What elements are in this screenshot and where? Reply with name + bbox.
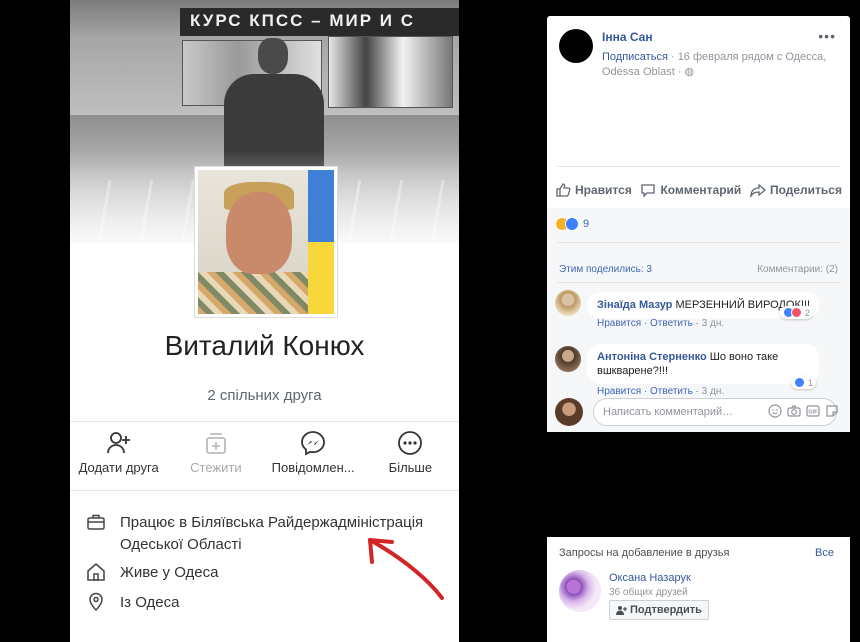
comment-time[interactable]: 3 дн. bbox=[702, 386, 724, 397]
reaction-summary[interactable]: 9 bbox=[555, 217, 589, 231]
messenger-icon bbox=[265, 430, 362, 458]
like-button[interactable]: Нравится bbox=[555, 176, 632, 204]
see-all-link[interactable]: Все bbox=[815, 547, 834, 559]
divider bbox=[70, 421, 459, 422]
message-label: Повідомлен... bbox=[271, 460, 355, 475]
more-button[interactable]: Більше bbox=[362, 430, 459, 482]
confirm-button[interactable]: Подтвердить bbox=[609, 600, 709, 620]
post-options-icon[interactable]: ••• bbox=[818, 28, 836, 44]
sticker-icon[interactable] bbox=[825, 404, 839, 418]
friend-request-name[interactable]: Оксана Назарук bbox=[609, 572, 691, 584]
comment-text-line2: вшкварене?!!! bbox=[597, 365, 669, 377]
camera-icon[interactable] bbox=[787, 404, 801, 418]
comment-reply-link[interactable]: Ответить bbox=[650, 318, 693, 329]
comment-text: Шо воно таке bbox=[709, 351, 779, 363]
like-reaction-icon bbox=[794, 377, 805, 388]
comment-tools: GIF bbox=[768, 404, 839, 418]
comments-count[interactable]: Комментарии: (2) bbox=[757, 264, 838, 275]
avatar[interactable] bbox=[559, 570, 601, 612]
avatar bbox=[555, 398, 583, 426]
divider bbox=[557, 282, 840, 283]
friend-requests-panel: Запросы на добавление в друзья Все Оксан… bbox=[547, 537, 850, 642]
ukraine-flag-yellow bbox=[308, 242, 334, 314]
ukraine-flag-blue bbox=[308, 170, 334, 242]
post-action-bar: Нравится Комментарий Поделиться bbox=[547, 176, 850, 204]
svg-text:GIF: GIF bbox=[808, 410, 818, 416]
comment-like-link[interactable]: Нравится bbox=[597, 386, 641, 397]
like-reaction-icon bbox=[565, 217, 579, 231]
post-region[interactable]: Odessa Oblast bbox=[602, 66, 675, 78]
divider bbox=[557, 242, 840, 243]
red-arrow-annotation bbox=[368, 538, 444, 600]
profile-actions: Додати друга Стежити Повідомлен... Більш… bbox=[70, 430, 459, 482]
cover-banner-text: КУРС КПСС – МИР И С bbox=[190, 11, 415, 30]
add-friend-icon bbox=[616, 605, 627, 615]
reaction-count: 9 bbox=[583, 218, 590, 230]
profile-name: Виталий Конюх bbox=[164, 330, 365, 361]
write-comment: Написать комментарий… GIF bbox=[555, 398, 845, 428]
add-friend-label: Додати друга bbox=[78, 460, 159, 475]
facebook-post: Інна Сан Подписаться · 16 февраля рядом … bbox=[547, 16, 850, 432]
avatar[interactable] bbox=[555, 346, 581, 372]
home-icon bbox=[86, 562, 120, 589]
add-friend-button[interactable]: Додати друга bbox=[70, 430, 167, 482]
friend-request-mutual[interactable]: 36 общих друзей bbox=[609, 587, 688, 598]
mutual-friends[interactable]: 2 спільних друга bbox=[70, 387, 459, 404]
message-button[interactable]: Повідомлен... bbox=[265, 430, 362, 482]
comment-icon bbox=[641, 184, 656, 198]
comment-like-link[interactable]: Нравится bbox=[597, 318, 641, 329]
divider bbox=[70, 490, 459, 491]
more-label: Більше bbox=[388, 460, 433, 475]
briefcase-icon bbox=[86, 512, 120, 556]
comment-links: Нравится · Ответить · 3 дн. bbox=[597, 386, 725, 397]
thumbs-up-icon bbox=[556, 183, 571, 197]
comment-button[interactable]: Комментарий bbox=[640, 176, 741, 204]
follow-label: Стежити bbox=[190, 460, 242, 475]
add-friend-icon bbox=[70, 430, 167, 458]
location-pin-icon bbox=[86, 592, 120, 619]
profile-avatar[interactable] bbox=[194, 166, 338, 318]
more-icon bbox=[362, 430, 459, 458]
comment-author[interactable]: Антоніна Стерненко bbox=[597, 351, 707, 363]
comment-author[interactable]: Зінаїда Мазур bbox=[597, 299, 672, 311]
post-author-avatar[interactable] bbox=[559, 29, 593, 63]
follow-button[interactable]: Стежити bbox=[167, 430, 264, 482]
work-line1: Працює в Біляївська Райдержадміністрація bbox=[120, 514, 424, 531]
comment-reactions[interactable]: 2 bbox=[780, 306, 814, 319]
gif-icon[interactable]: GIF bbox=[806, 404, 820, 418]
avatar[interactable] bbox=[555, 290, 581, 316]
subscribe-link[interactable]: Подписаться bbox=[602, 51, 668, 63]
share-button[interactable]: Поделиться bbox=[750, 176, 842, 204]
comment-reply-link[interactable]: Ответить bbox=[650, 386, 693, 397]
post-date-location[interactable]: 16 февраля рядом с Одесса, bbox=[678, 51, 827, 63]
emoji-icon[interactable] bbox=[768, 404, 782, 418]
mobile-profile-screenshot: КУРС КПСС – МИР И С Виталий Конюх 2 спіл… bbox=[70, 0, 459, 642]
comment-reactions[interactable]: 1 bbox=[791, 376, 817, 389]
love-reaction-icon bbox=[791, 307, 802, 318]
friend-requests-title: Запросы на добавление в друзья bbox=[559, 547, 730, 559]
follow-icon bbox=[167, 430, 264, 458]
comment-bubble: Антоніна Стерненко Шо воно таке вшкварен… bbox=[587, 344, 819, 384]
comment-links: Нравится · Ответить · 3 дн. bbox=[597, 318, 725, 329]
share-icon bbox=[750, 183, 766, 198]
post-meta: Подписаться · 16 февраля рядом с Одесса,… bbox=[602, 51, 827, 78]
globe-icon: ◍ bbox=[684, 66, 695, 78]
comment-time[interactable]: 3 дн. bbox=[702, 318, 724, 329]
post-author-name[interactable]: Інна Сан bbox=[602, 30, 653, 44]
shares-link[interactable]: Этим поделились: 3 bbox=[559, 264, 652, 275]
from-text: Із Одеса bbox=[120, 594, 180, 611]
lives-text: Живе у Одеса bbox=[120, 564, 219, 581]
divider bbox=[557, 166, 840, 167]
